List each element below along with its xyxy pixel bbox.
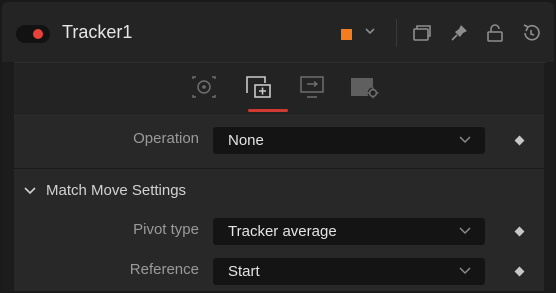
- operation-label: Operation: [133, 130, 199, 147]
- lock-icon[interactable]: [484, 22, 506, 44]
- operation-keyframe-diamond[interactable]: [514, 135, 525, 146]
- pivot-type-value: Tracker average: [228, 223, 337, 240]
- header-separator: [396, 19, 397, 47]
- node-header: Tracker1: [2, 2, 554, 62]
- chevron-down-icon: [459, 136, 471, 144]
- chevron-down-icon: [459, 227, 471, 235]
- pivot-type-keyframe-diamond[interactable]: [514, 226, 525, 237]
- pivot-type-label: Pivot type: [133, 221, 199, 238]
- tab-settings[interactable]: [348, 73, 380, 101]
- reference-label: Reference: [129, 261, 199, 278]
- section-title: Match Move Settings: [46, 182, 187, 199]
- controls-area: Operation None Match Move Settings Pivot…: [14, 116, 544, 291]
- chevron-down-icon[interactable]: [363, 24, 377, 38]
- version-icon[interactable]: [411, 22, 433, 44]
- operation-dropdown[interactable]: None: [213, 127, 485, 154]
- reference-keyframe-diamond[interactable]: [514, 266, 525, 277]
- inspector-tabs: [14, 63, 544, 115]
- chevron-down-icon: [24, 187, 36, 195]
- node-title: Tracker1: [62, 22, 133, 42]
- tab-operation[interactable]: [243, 73, 275, 101]
- tab-tracker[interactable]: [188, 73, 220, 101]
- node-color-chip[interactable]: [341, 29, 352, 40]
- match-move-section-header[interactable]: Match Move Settings: [24, 182, 186, 199]
- pin-icon[interactable]: [448, 22, 470, 44]
- chevron-down-icon: [459, 267, 471, 275]
- section-divider: [14, 168, 544, 169]
- toggle-dot: [33, 29, 43, 39]
- active-tab-indicator: [248, 109, 288, 112]
- inspector-panel: Tracker1 Operation None Match Move Setti…: [2, 2, 554, 291]
- operation-value: None: [228, 132, 264, 149]
- reference-dropdown[interactable]: Start: [213, 258, 485, 285]
- tab-display[interactable]: [297, 73, 329, 101]
- reference-value: Start: [228, 263, 260, 280]
- pivot-type-dropdown[interactable]: Tracker average: [213, 218, 485, 245]
- node-enable-toggle[interactable]: [16, 25, 50, 43]
- reset-icon[interactable]: [520, 22, 542, 44]
